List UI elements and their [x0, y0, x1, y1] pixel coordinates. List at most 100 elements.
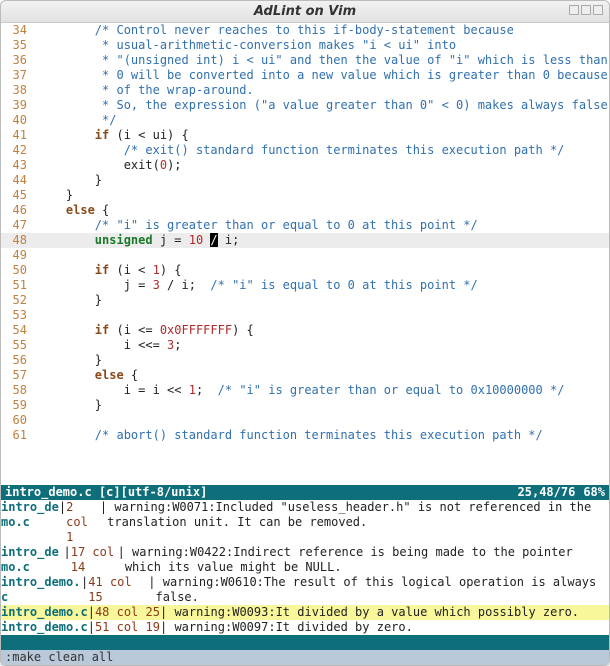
code-line[interactable]: 45 } [1, 188, 609, 203]
line-content: * usual-arithmetic-conversion makes "i <… [37, 38, 609, 53]
line-number: 36 [1, 53, 37, 68]
line-number: 61 [1, 428, 37, 443]
line-number: 40 [1, 113, 37, 128]
code-line[interactable]: 50 if (i < 1) { [1, 263, 609, 278]
code-line[interactable]: 34 /* Control never reaches to this if-b… [1, 23, 609, 38]
line-content: exit(0); [37, 158, 609, 173]
line-content: i = i << 1; /* "i" is greater than or eq… [37, 383, 609, 398]
line-number: 48 [1, 233, 37, 248]
code-line[interactable]: 52 } [1, 293, 609, 308]
line-number: 52 [1, 293, 37, 308]
qf-location: 41 col 15 [88, 575, 148, 605]
line-content: } [37, 173, 609, 188]
line-number: 54 [1, 323, 37, 338]
code-line[interactable]: 41 if (i < ui) { [1, 128, 609, 143]
code-line[interactable]: 54 if (i <= 0x0FFFFFFF) { [1, 323, 609, 338]
quickfix-list[interactable]: intro_demo.c|2 col 1| warning:W0071:Incl… [1, 500, 609, 635]
line-content: } [37, 398, 609, 413]
line-content [37, 248, 609, 263]
window-titlebar[interactable]: AdLint on Vim [1, 1, 609, 23]
quickfix-item[interactable]: intro_demo.c|41 col 15| warning:W0610:Th… [1, 575, 609, 605]
minimize-button[interactable] [569, 5, 579, 15]
code-line[interactable]: 44 } [1, 173, 609, 188]
line-content: i <<= 3; [37, 338, 609, 353]
status-percent: 68% [583, 485, 605, 500]
quickfix-item[interactable]: intro_demo.c|17 col 14| warning:W0422:In… [1, 545, 609, 575]
line-number: 56 [1, 353, 37, 368]
code-line[interactable]: 55 i <<= 3; [1, 338, 609, 353]
code-line[interactable]: 35 * usual-arithmetic-conversion makes "… [1, 38, 609, 53]
line-number: 38 [1, 83, 37, 98]
line-number: 43 [1, 158, 37, 173]
line-content: * of the wrap-around. [37, 83, 609, 98]
qf-message: warning:W0422:Indirect reference is bein… [125, 545, 609, 575]
line-content: } [37, 188, 609, 203]
line-number: 46 [1, 203, 37, 218]
line-number: 41 [1, 128, 37, 143]
quickfix-item[interactable]: intro_demo.c|48 col 25| warning:W0093:It… [1, 605, 609, 620]
code-line[interactable]: 60 [1, 413, 609, 428]
qf-location: 51 col 19 [95, 620, 160, 635]
maximize-button[interactable] [581, 5, 591, 15]
line-content: /* Control never reaches to this if-body… [37, 23, 609, 38]
window-title: AdLint on Vim [254, 4, 356, 19]
code-line[interactable]: 58 i = i << 1; /* "i" is greater than or… [1, 383, 609, 398]
line-number: 49 [1, 248, 37, 263]
code-editor[interactable]: 34 /* Control never reaches to this if-b… [1, 23, 609, 485]
code-line[interactable]: 56 } [1, 353, 609, 368]
code-line[interactable]: 46 else { [1, 203, 609, 218]
qf-message: warning:W0610:The result of this logical… [156, 575, 609, 605]
line-content: } [37, 353, 609, 368]
qf-location: 2 col 1 [66, 500, 100, 545]
qf-message: warning:W0097:It divided by zero. [167, 620, 413, 635]
line-content: unsigned j = 10 / i; [37, 233, 609, 248]
qf-file: intro_demo.c [1, 620, 88, 635]
status-position: 25,48/76 [518, 485, 584, 500]
code-line[interactable]: 47 /* "i" is greater than or equal to 0 … [1, 218, 609, 233]
line-number: 57 [1, 368, 37, 383]
line-content: * 0 will be converted into a new value w… [37, 68, 609, 83]
line-number: 45 [1, 188, 37, 203]
app-window: AdLint on Vim 34 /* Control never reache… [0, 0, 610, 666]
code-line[interactable]: 49 [1, 248, 609, 263]
command-line[interactable]: :make clean all [1, 650, 609, 665]
close-button[interactable] [593, 5, 603, 15]
code-line[interactable]: 51 j = 3 / i; /* "i" is equal to 0 at th… [1, 278, 609, 293]
code-line[interactable]: 38 * of the wrap-around. [1, 83, 609, 98]
line-content: if (i < 1) { [37, 263, 609, 278]
code-line[interactable]: 40 */ [1, 113, 609, 128]
line-content: if (i <= 0x0FFFFFFF) { [37, 323, 609, 338]
code-line[interactable]: 43 exit(0); [1, 158, 609, 173]
line-content: * "(unsigned int) i < ui" and then the v… [37, 53, 609, 68]
qf-file: intro_demo.c [1, 575, 81, 605]
line-number: 55 [1, 338, 37, 353]
qf-message: warning:W0071:Included "useless_header.h… [107, 500, 609, 545]
line-number: 47 [1, 218, 37, 233]
code-line[interactable]: 37 * 0 will be converted into a new valu… [1, 68, 609, 83]
line-number: 35 [1, 38, 37, 53]
qf-message: warning:W0093:It divided by a value whic… [167, 605, 579, 620]
quickfix-item[interactable]: intro_demo.c|51 col 19| warning:W0097:It… [1, 620, 609, 635]
window-controls [569, 5, 603, 15]
line-content: else { [37, 203, 609, 218]
code-line[interactable]: 39 * So, the expression ("a value greate… [1, 98, 609, 113]
qf-file: intro_demo.c [1, 605, 88, 620]
line-number: 34 [1, 23, 37, 38]
line-content: /* "i" is greater than or equal to 0 at … [37, 218, 609, 233]
code-line[interactable]: 48 unsigned j = 10 / i; [1, 233, 609, 248]
code-line[interactable]: 42 /* exit() standard function terminate… [1, 143, 609, 158]
code-line[interactable]: 61 /* abort() standard function terminat… [1, 428, 609, 443]
code-line[interactable]: 59 } [1, 398, 609, 413]
status-spacer [207, 485, 517, 500]
line-number: 58 [1, 383, 37, 398]
line-number: 42 [1, 143, 37, 158]
code-line[interactable]: 57 else { [1, 368, 609, 383]
qf-file: intro_demo.c [1, 545, 63, 575]
quickfix-item[interactable]: intro_demo.c|2 col 1| warning:W0071:Incl… [1, 500, 609, 545]
line-content: /* abort() standard function terminates … [37, 428, 609, 443]
line-content [37, 413, 609, 428]
qf-location: 48 col 25 [95, 605, 160, 620]
code-line[interactable]: 36 * "(unsigned int) i < ui" and then th… [1, 53, 609, 68]
line-number: 59 [1, 398, 37, 413]
code-line[interactable]: 53 [1, 308, 609, 323]
